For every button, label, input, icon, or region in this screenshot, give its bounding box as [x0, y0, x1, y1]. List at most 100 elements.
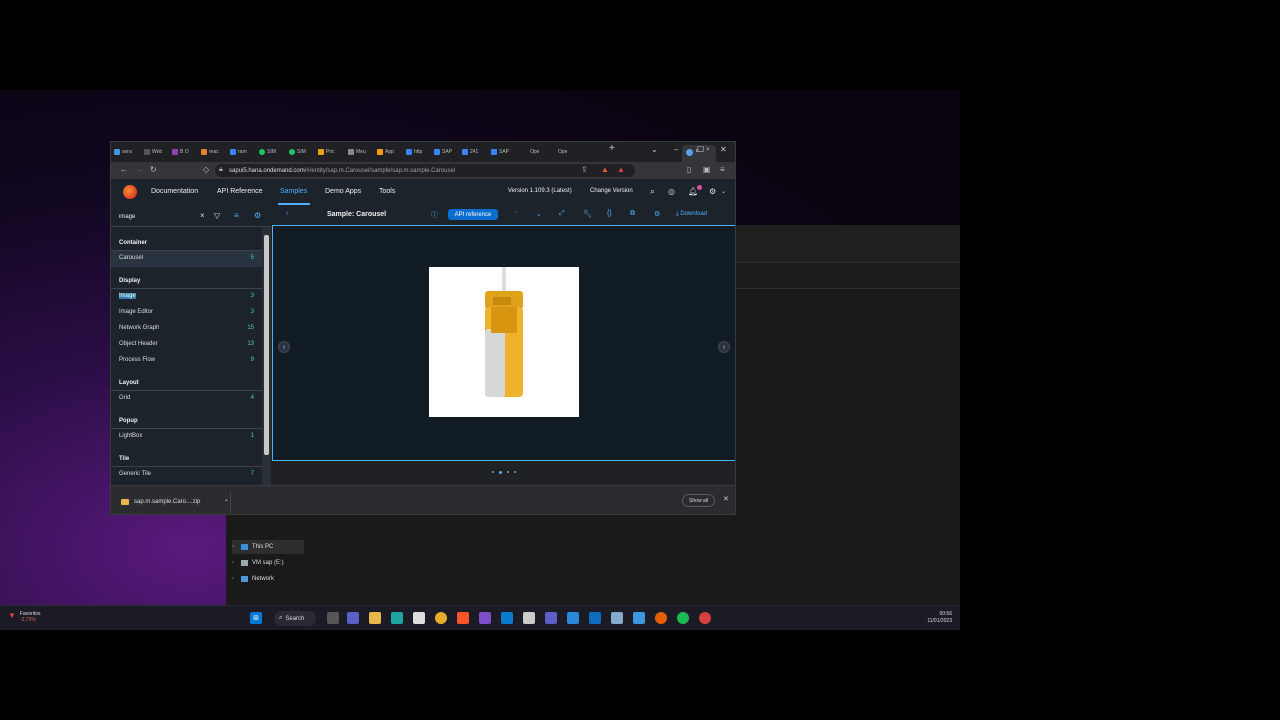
brave-rewards-icon[interactable]: ▲: [617, 165, 625, 174]
widget-stock[interactable]: ▼ Favoritos -2,73%: [8, 611, 78, 627]
search-row: × ▽ ≡ ⚙: [111, 205, 271, 227]
wrench-icon[interactable]: 🔧︎: [583, 210, 592, 218]
brave-icon[interactable]: [457, 612, 469, 624]
share-icon[interactable]: ⇪: [581, 165, 588, 174]
group-tile: Tile: [111, 451, 262, 467]
sort-icon[interactable]: ≡: [234, 211, 239, 220]
nav-samples[interactable]: Samples: [280, 188, 307, 195]
code-icon[interactable]: {}: [607, 210, 612, 217]
chevron-up-icon[interactable]: ⌃: [224, 499, 229, 506]
teams-icon[interactable]: [545, 612, 557, 624]
sapui5-logo-icon[interactable]: [123, 185, 137, 199]
tab-favicon-icon: [686, 149, 693, 156]
start-windows-icon[interactable]: ⊞: [250, 612, 262, 624]
page-dot-active[interactable]: [499, 470, 502, 474]
list-item-image[interactable]: Image 3: [111, 289, 262, 305]
vscode-icon[interactable]: [501, 612, 513, 624]
download-button[interactable]: ⤓ Download: [676, 211, 707, 218]
show-all-button[interactable]: Show all: [682, 494, 715, 507]
downloaded-file[interactable]: sap.m.sample.Caro....zip ⌃: [121, 496, 229, 508]
chevron-left-icon[interactable]: ‹: [286, 210, 288, 217]
list-item-image-editor[interactable]: Image Editor 3: [111, 305, 262, 321]
list-item-carousel[interactable]: Carousel 5: [111, 251, 262, 267]
carousel-prev-button[interactable]: ‹: [278, 341, 290, 353]
tab-search-icon[interactable]: ⌄: [651, 145, 658, 154]
list-item-generic-tile[interactable]: Generic Tile 7: [111, 467, 262, 483]
wallet-icon[interactable]: ▣: [703, 165, 711, 174]
chrome-canary-icon[interactable]: [699, 612, 711, 624]
download-icon: ⤓: [676, 211, 679, 217]
list-item-grid[interactable]: Grid 4: [111, 391, 262, 407]
nav-this-pc[interactable]: › This PC: [232, 540, 304, 554]
sidebar-scrollbar[interactable]: [262, 227, 271, 485]
url-field[interactable]: 🔒︎ sapui5.hana.ondemand.com/#/entity/sap…: [215, 164, 635, 177]
search-input[interactable]: [119, 211, 204, 222]
visual-studio-icon[interactable]: [479, 612, 491, 624]
chevron-down-icon[interactable]: ⌄: [721, 188, 726, 195]
fullscreen-icon[interactable]: ⤢: [559, 210, 565, 218]
nav-tools[interactable]: Tools: [379, 188, 395, 195]
file-explorer-icon[interactable]: [369, 612, 381, 624]
taskbar-clock[interactable]: 00:56 11/01/2023: [927, 611, 952, 625]
task-view-icon[interactable]: [327, 612, 339, 624]
search-icon[interactable]: ⌕: [650, 186, 655, 197]
firefox-icon[interactable]: [655, 612, 667, 624]
info-icon[interactable]: ⓘ: [431, 210, 438, 220]
close-icon[interactable]: ✕: [723, 495, 729, 503]
nav-documentation[interactable]: Documentation: [151, 188, 198, 195]
chrome-icon[interactable]: [435, 612, 447, 624]
back-icon[interactable]: ←: [120, 165, 128, 174]
spotify-icon[interactable]: [677, 612, 689, 624]
calendar-icon[interactable]: [567, 612, 579, 624]
forward-icon[interactable]: →: [135, 165, 143, 174]
settings-gear-icon[interactable]: ⚙: [709, 187, 716, 196]
api-reference-button[interactable]: API reference: [448, 209, 498, 220]
clear-icon[interactable]: ×: [200, 211, 205, 220]
group-popup: Popup: [111, 413, 262, 429]
nav-network[interactable]: › Network: [232, 572, 304, 586]
mail-icon[interactable]: [589, 612, 601, 624]
list-item-network-graph[interactable]: Network Graph 15: [111, 321, 262, 337]
filter-icon[interactable]: ▽: [214, 211, 220, 220]
chevron-up-icon[interactable]: ⌃: [513, 210, 519, 218]
todo-icon[interactable]: [633, 612, 645, 624]
network-icon: [241, 576, 248, 582]
store-icon[interactable]: [413, 612, 425, 624]
new-window-icon[interactable]: ⧉: [630, 210, 635, 218]
chat-icon[interactable]: [347, 612, 359, 624]
maximize-icon[interactable]: ▢: [697, 144, 705, 153]
group-container: Container: [111, 235, 262, 251]
brave-shield-icon[interactable]: ▲: [601, 165, 609, 174]
reload-icon[interactable]: ↻: [150, 165, 157, 174]
list-item-object-header[interactable]: Object Header 13: [111, 337, 262, 353]
close-window-icon[interactable]: ✕: [720, 145, 727, 154]
tab-close-icon[interactable]: ×: [706, 147, 710, 153]
change-version-button[interactable]: Change Version: [590, 188, 633, 194]
nav-vm-drive[interactable]: › VM sap (E:): [232, 556, 304, 570]
page-dot[interactable]: [507, 471, 509, 473]
sample-header: ‹ Sample: Carousel ⓘ API reference ⌃ ⌄ ⤢…: [271, 205, 735, 225]
nav-demo-apps[interactable]: Demo Apps: [325, 188, 361, 195]
settings-icon[interactable]: ⚙: [654, 210, 660, 218]
page-dot[interactable]: [492, 471, 494, 473]
sidebar-toggle-icon[interactable]: ▯: [687, 165, 691, 174]
chevron-down-icon[interactable]: ⌄: [536, 210, 542, 218]
settings-icon[interactable]: ⚙: [254, 211, 261, 220]
download-bar: sap.m.sample.Caro....zip ⌃ Show all ✕: [111, 485, 735, 514]
scrollbar-thumb[interactable]: [264, 235, 269, 455]
address-bar: ← → ↻ ◇ 🔒︎ sapui5.hana.ondemand.com/#/en…: [111, 162, 735, 179]
edge-icon[interactable]: [391, 612, 403, 624]
app-icon[interactable]: [611, 612, 623, 624]
minimize-icon[interactable]: –: [674, 145, 678, 154]
list-item-process-flow[interactable]: Process Flow 9: [111, 353, 262, 369]
page-dot[interactable]: [514, 471, 516, 473]
carousel-next-button[interactable]: ›: [718, 341, 730, 353]
taskbar-search[interactable]: ⌕ Search: [274, 611, 316, 626]
git-icon[interactable]: [523, 612, 535, 624]
menu-icon[interactable]: ≡: [720, 165, 725, 174]
feedback-icon[interactable]: ◎: [668, 187, 675, 196]
list-item-lightbox[interactable]: LightBox 1: [111, 429, 262, 445]
nav-api-reference[interactable]: API Reference: [217, 188, 263, 195]
bookmark-icon[interactable]: ◇: [203, 165, 209, 174]
computer-icon: [241, 544, 248, 550]
